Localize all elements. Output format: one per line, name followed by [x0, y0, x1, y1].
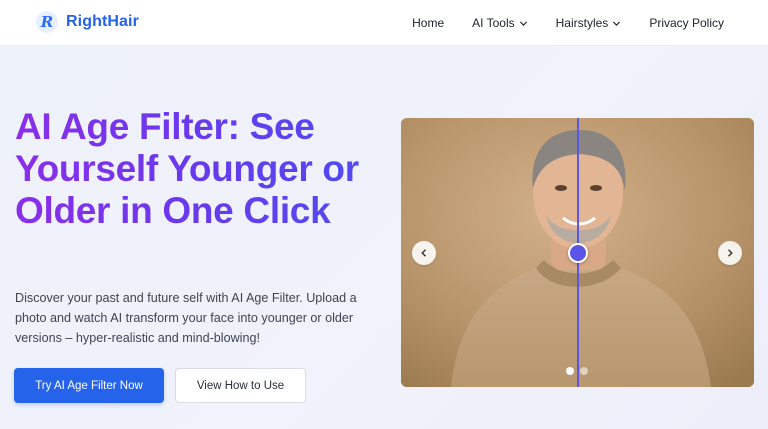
slider-next-button[interactable] [718, 241, 742, 265]
nav-item-hairstyles[interactable]: Hairstyles [556, 16, 622, 30]
chevron-right-icon [728, 249, 733, 257]
nav-item-ai-tools[interactable]: AI Tools [472, 16, 527, 30]
try-age-filter-button[interactable]: Try AI Age Filter Now [14, 368, 164, 403]
chevron-left-icon [421, 249, 426, 257]
chevron-down-icon [613, 20, 621, 26]
nav-item-label: Home [412, 16, 445, 30]
brand-logo[interactable]: R RightHair [36, 11, 139, 33]
slider-dot-2[interactable] [580, 367, 588, 375]
nav-item-home[interactable]: Home [412, 16, 444, 30]
hero-description: Discover your past and future self with … [15, 291, 357, 345]
chevron-down-icon [519, 20, 527, 26]
logo-mark-icon: R [36, 11, 58, 33]
slider-prev-button[interactable] [412, 241, 436, 265]
main-nav: Home AI Tools Hairstyles Privacy Policy [412, 0, 724, 46]
nav-item-label: Hairstyles [555, 16, 609, 30]
view-how-to-use-button[interactable]: View How to Use [175, 368, 306, 403]
slider-dot-1[interactable] [566, 367, 574, 375]
hero-headline: AI Age Filter: See Yourself Younger or O… [15, 106, 395, 232]
before-after-slider[interactable] [401, 118, 754, 387]
nav-item-label: Privacy Policy [649, 16, 724, 30]
nav-item-privacy-policy[interactable]: Privacy Policy [649, 16, 724, 30]
slider-pagination [566, 367, 588, 375]
top-navbar: R RightHair Home AI Tools Hairstyles Pri… [0, 0, 768, 46]
nav-item-label: AI Tools [472, 16, 515, 30]
compare-handle[interactable] [568, 243, 588, 263]
brand-name: RightHair [66, 13, 139, 30]
hero-section: AI Age Filter: See Yourself Younger or O… [0, 46, 768, 429]
